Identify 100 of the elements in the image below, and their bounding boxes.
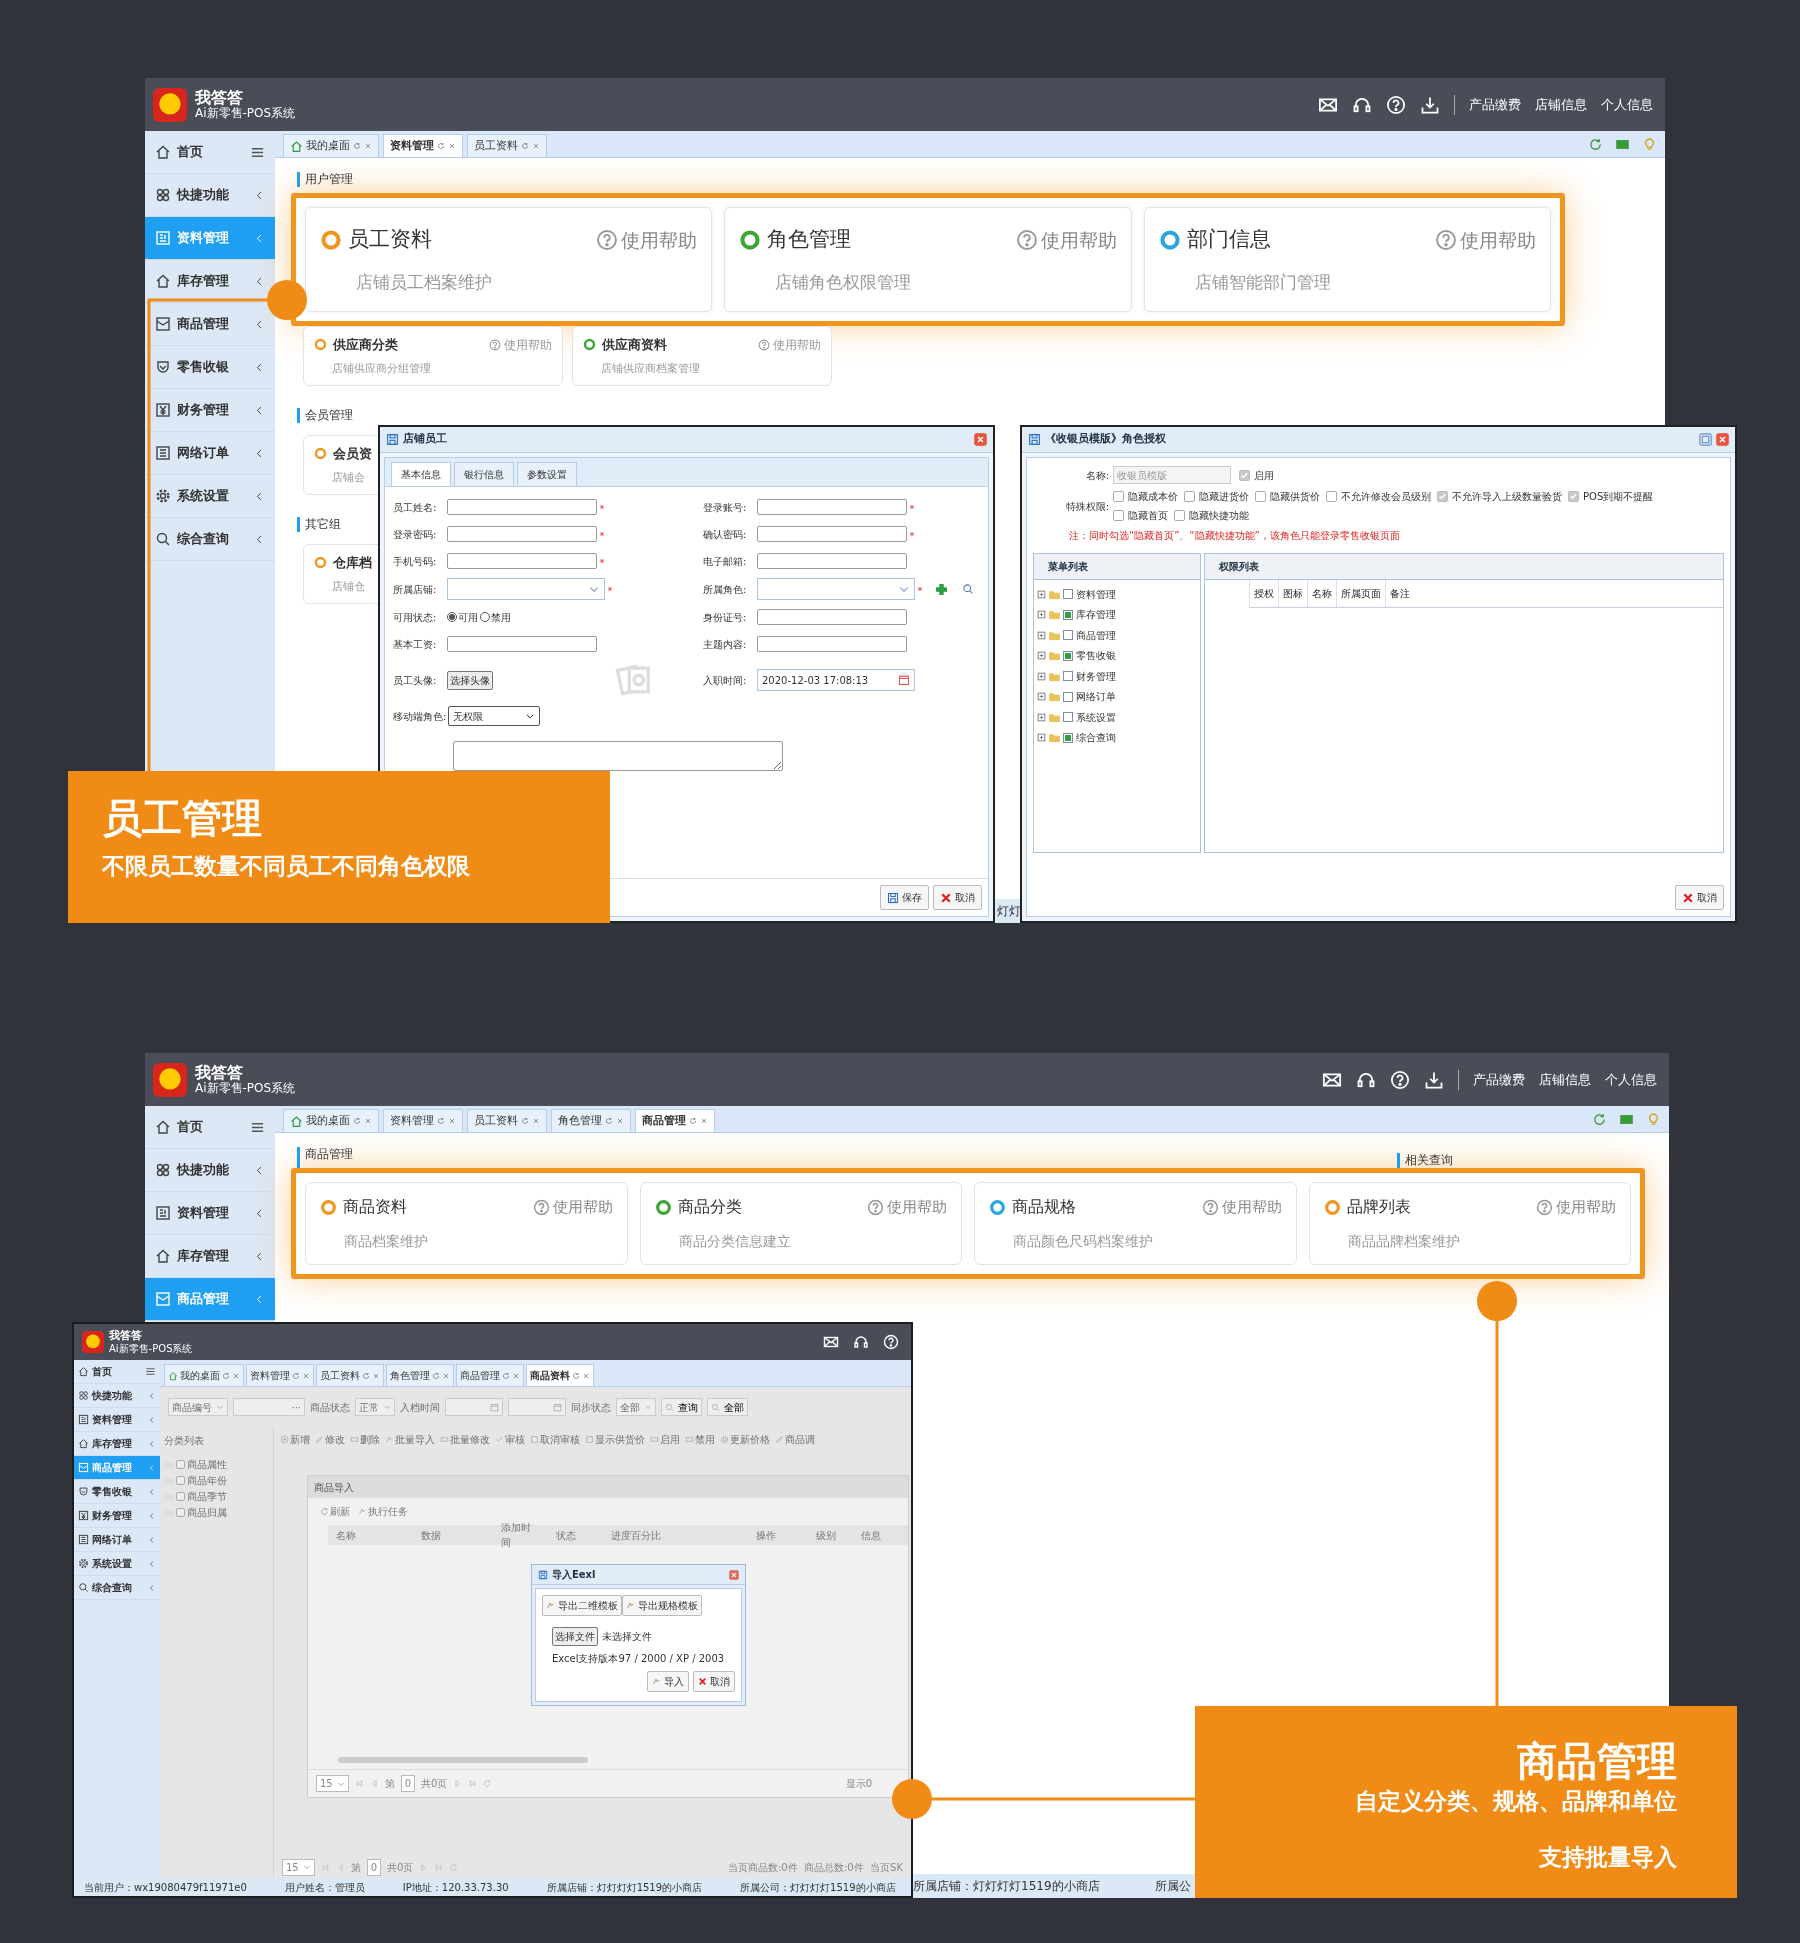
refresh-icon[interactable] xyxy=(432,1371,440,1380)
page-size-select[interactable]: 15 xyxy=(316,1775,349,1792)
tab[interactable]: 我的桌面 xyxy=(283,1109,379,1132)
help-link[interactable]: 使用帮助 xyxy=(596,225,698,254)
cancel-button[interactable]: 取消 xyxy=(933,885,982,910)
select-field[interactable] xyxy=(447,578,605,600)
page-field[interactable]: 0 xyxy=(366,1858,382,1876)
select-field[interactable]: 正常 xyxy=(355,1398,395,1416)
tree-item[interactable]: 系统设置 xyxy=(1034,707,1200,728)
feature-card[interactable]: 角色管理 使用帮助 店铺角色权限管理 xyxy=(724,207,1132,312)
help-link[interactable]: 使用帮助 xyxy=(1015,225,1117,254)
tab[interactable]: 资料管理 xyxy=(246,1364,314,1386)
help-link[interactable]: 使用帮助 xyxy=(532,1195,613,1219)
date-field[interactable] xyxy=(445,1398,503,1416)
close-icon[interactable] xyxy=(448,1117,456,1125)
feature-card[interactable]: 商品分类 使用帮助 商品分类信息建立 xyxy=(639,1182,962,1265)
tab[interactable]: 角色管理 xyxy=(551,1109,631,1132)
help-link[interactable]: 使用帮助 xyxy=(867,1195,947,1219)
sidebar-item[interactable]: 财务管理 xyxy=(145,389,275,432)
input-field[interactable] xyxy=(447,499,597,515)
radio-option[interactable]: 可用 xyxy=(447,609,478,625)
select-field[interactable]: 全部 xyxy=(616,1398,656,1416)
toolbar-button[interactable]: 批量修改 xyxy=(440,1431,490,1447)
tab[interactable]: 资料管理 xyxy=(383,1109,463,1132)
save-button[interactable]: 保存 xyxy=(880,885,929,910)
close-icon[interactable] xyxy=(364,142,372,150)
export-button[interactable]: 导出二维模板 xyxy=(542,1595,622,1616)
header-link[interactable]: 产品缴费 xyxy=(1473,1069,1525,1090)
help-link[interactable]: 使用帮助 xyxy=(1201,1195,1282,1219)
tab[interactable]: 员工资料 xyxy=(316,1364,384,1386)
toolbar-button[interactable]: 刷新 xyxy=(320,1504,350,1519)
tab[interactable]: 员工资料 xyxy=(467,1109,547,1132)
sidebar-item[interactable]: 零售收银 xyxy=(145,346,275,389)
refresh-icon[interactable] xyxy=(437,1117,445,1125)
headset-icon[interactable] xyxy=(853,1334,869,1350)
tree-item[interactable]: 零售收银 xyxy=(1034,645,1200,666)
header-link[interactable]: 店铺信息 xyxy=(1535,94,1587,115)
tree-item[interactable]: 商品属性 xyxy=(164,1456,269,1472)
close-icon[interactable] xyxy=(532,1117,540,1125)
select-field[interactable]: 商品编号 xyxy=(168,1398,228,1416)
input-field[interactable] xyxy=(757,636,907,652)
search-icon[interactable] xyxy=(962,583,974,595)
input-field[interactable] xyxy=(757,499,907,515)
toolbar-button[interactable]: 执行任务 xyxy=(358,1504,408,1519)
feature-card[interactable]: 员工资料 使用帮助 店铺员工档案维护 xyxy=(305,207,713,312)
toolbar-button[interactable]: 显示供货价 xyxy=(585,1431,645,1447)
checkbox-option[interactable]: POS到期不提醒 xyxy=(1568,489,1654,504)
query-button[interactable]: 查询 xyxy=(661,1398,702,1416)
toolbar-button[interactable]: 启用 xyxy=(650,1431,680,1447)
tree-item[interactable]: 综合查询 xyxy=(1034,727,1200,748)
tab[interactable]: 我的桌面 xyxy=(164,1364,244,1386)
tree-item[interactable]: 商品归属 xyxy=(164,1504,269,1520)
close-icon[interactable] xyxy=(372,1371,380,1380)
refresh-icon[interactable] xyxy=(605,1117,613,1125)
mail-icon[interactable] xyxy=(823,1334,839,1350)
close-icon[interactable] xyxy=(302,1371,310,1380)
close-icon[interactable] xyxy=(232,1371,240,1380)
remark-field[interactable] xyxy=(453,741,783,771)
sidebar-item[interactable]: 系统设置 xyxy=(145,475,275,518)
last-page-icon[interactable] xyxy=(468,1779,478,1788)
feature-card[interactable]: 供应商分类 使用帮助 店铺供应商分组管理 xyxy=(303,326,563,386)
restore-icon[interactable] xyxy=(1699,433,1712,446)
radio-option[interactable]: 禁用 xyxy=(480,609,511,625)
input-field[interactable]: ··· xyxy=(233,1398,305,1416)
tree-item[interactable]: 商品年份 xyxy=(164,1472,269,1488)
add-icon[interactable] xyxy=(935,582,948,596)
toolbar-button[interactable]: 取消审核 xyxy=(530,1431,580,1447)
dropdown[interactable]: 无权限 xyxy=(448,706,541,726)
bulb-icon[interactable] xyxy=(1646,1111,1661,1127)
refresh-icon[interactable] xyxy=(521,1117,529,1125)
refresh-icon[interactable] xyxy=(572,1371,580,1380)
tree-item[interactable]: 库存管理 xyxy=(1034,604,1200,625)
refresh-icon[interactable] xyxy=(502,1371,510,1380)
checkbox-option[interactable]: 不允许导入上级数量验货 xyxy=(1437,489,1562,504)
close-icon[interactable] xyxy=(442,1371,450,1380)
checkbox-option[interactable]: 隐藏进货价 xyxy=(1184,489,1249,504)
page-field[interactable]: 0 xyxy=(400,1775,416,1792)
header-link[interactable]: 产品缴费 xyxy=(1469,94,1521,115)
refresh-icon[interactable] xyxy=(292,1371,300,1380)
tab[interactable]: 基本信息 xyxy=(391,462,451,486)
toolbar-button[interactable]: 删除 xyxy=(350,1431,380,1447)
close-icon[interactable] xyxy=(532,142,540,150)
date-field[interactable]: 2020-12-03 17:08:13 xyxy=(757,669,915,691)
help-icon[interactable] xyxy=(883,1334,899,1350)
feature-card[interactable]: 商品规格 使用帮助 商品颜色尺码档案维护 xyxy=(974,1182,1297,1265)
feature-card[interactable]: 供应商资料 使用帮助 店铺供应商档案管理 xyxy=(572,326,832,386)
query-button[interactable]: 全部 xyxy=(707,1398,748,1416)
sidebar-item[interactable]: 资料管理 xyxy=(145,1192,275,1235)
close-icon[interactable] xyxy=(616,1117,624,1125)
close-icon[interactable] xyxy=(582,1371,590,1380)
close-icon[interactable] xyxy=(700,1117,708,1125)
refresh-icon[interactable] xyxy=(362,1371,370,1380)
tree-item[interactable]: 资料管理 xyxy=(1034,584,1200,605)
feature-card[interactable]: 商品资料 使用帮助 商品档案维护 xyxy=(305,1182,628,1265)
tab[interactable]: 商品管理 xyxy=(635,1109,715,1132)
input-field[interactable] xyxy=(757,526,907,542)
sidebar-item[interactable]: 网络订单 xyxy=(145,432,275,475)
toolbar-button[interactable]: 批量导入 xyxy=(385,1431,435,1447)
select-field[interactable] xyxy=(757,578,915,600)
close-icon[interactable] xyxy=(1716,433,1729,446)
